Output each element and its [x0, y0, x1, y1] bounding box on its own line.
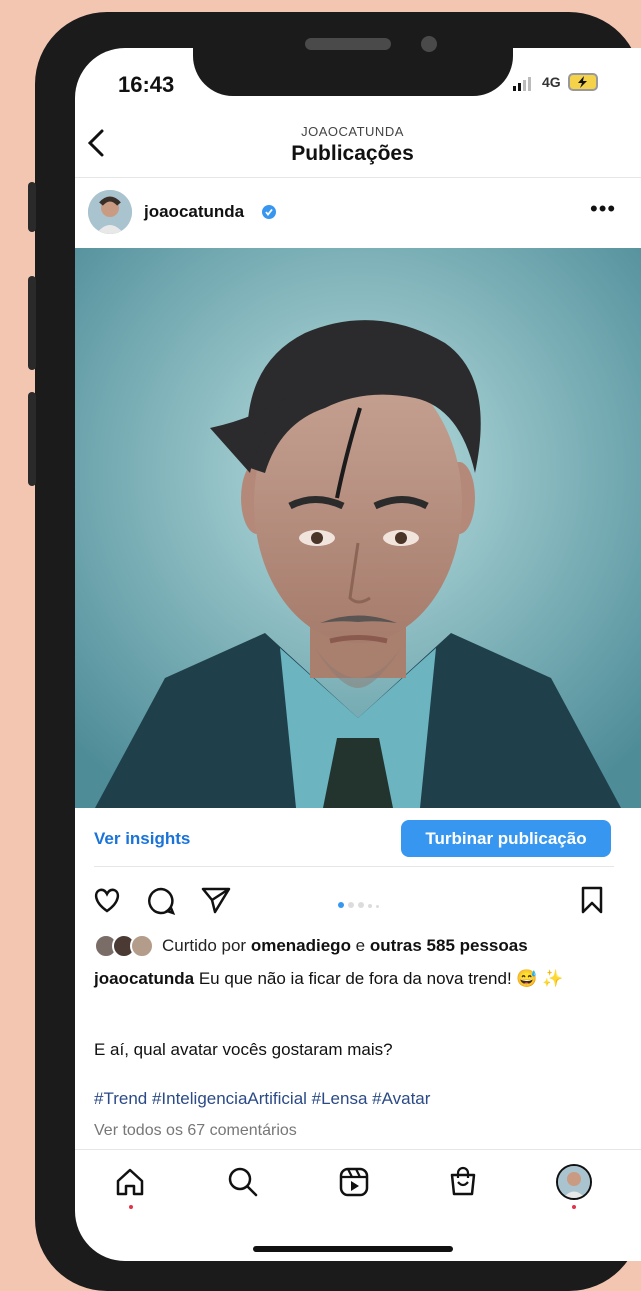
- carousel-dot: [348, 902, 354, 908]
- boost-post-button[interactable]: Turbinar publicação: [401, 820, 611, 857]
- caption-hashtags[interactable]: #Trend #InteligenciaArtificial #Lensa #A…: [94, 1089, 430, 1109]
- carousel-dot: [376, 905, 379, 908]
- chevron-left-icon: [87, 129, 104, 157]
- carousel-dot-active: [338, 902, 344, 908]
- carousel-dot: [358, 902, 364, 908]
- comment-icon[interactable]: [146, 886, 176, 916]
- page-title: Publicações: [291, 142, 414, 165]
- home-icon[interactable]: [114, 1167, 146, 1197]
- front-camera: [421, 36, 437, 52]
- verified-badge-icon: [262, 205, 276, 219]
- caption-question: E aí, qual avatar vocês gostaram mais?: [94, 1040, 393, 1059]
- profile-avatar[interactable]: [556, 1164, 592, 1200]
- home-indicator: [253, 1246, 453, 1252]
- share-send-icon[interactable]: [200, 885, 232, 915]
- status-time: 16:43: [118, 72, 175, 97]
- post-author-avatar[interactable]: [88, 190, 132, 234]
- caption-username[interactable]: joaocatunda: [94, 969, 194, 988]
- network-label: 4G: [542, 74, 561, 90]
- likes-summary[interactable]: Curtido por omenadiego e outras 585 pess…: [162, 936, 528, 956]
- signal-icon: [513, 77, 531, 91]
- profile-notification-dot: [572, 1205, 576, 1209]
- save-bookmark-icon[interactable]: [580, 885, 604, 915]
- battery-icon: [568, 73, 598, 91]
- liked-by-user[interactable]: omenadiego: [251, 936, 351, 955]
- insights-divider: [94, 866, 614, 867]
- notch: [193, 22, 513, 96]
- likes-conj: e: [350, 936, 370, 955]
- search-icon[interactable]: [227, 1166, 259, 1198]
- header-divider: [75, 177, 641, 178]
- reels-icon[interactable]: [338, 1166, 370, 1198]
- like-heart-icon[interactable]: [92, 886, 122, 914]
- post-username[interactable]: joaocatunda: [144, 202, 244, 222]
- likes-prefix: Curtido por: [162, 936, 251, 955]
- volume-up-button: [28, 276, 36, 370]
- view-insights-link[interactable]: Ver insights: [94, 829, 190, 849]
- carousel-indicator: [338, 895, 383, 913]
- carousel-dot: [368, 904, 372, 908]
- view-all-comments-link[interactable]: Ver todos os 67 comentários: [94, 1122, 297, 1140]
- bottom-nav-divider: [75, 1149, 641, 1150]
- mute-switch: [28, 182, 36, 232]
- caption-text: Eu que não ia ficar de fora da nova tren…: [194, 969, 564, 988]
- volume-down-button: [28, 392, 36, 486]
- more-options-button[interactable]: •••: [590, 196, 616, 222]
- back-button[interactable]: [86, 128, 106, 163]
- home-notification-dot: [129, 1205, 133, 1209]
- header-subtitle: JOAOCATUNDA: [301, 124, 404, 139]
- shop-icon[interactable]: [448, 1165, 478, 1197]
- post-image[interactable]: [75, 248, 641, 808]
- liker-avatars: [94, 934, 154, 958]
- likes-others[interactable]: outras 585 pessoas: [370, 936, 528, 955]
- post-caption: joaocatunda Eu que não ia ficar de fora …: [94, 966, 614, 992]
- speaker: [305, 38, 391, 50]
